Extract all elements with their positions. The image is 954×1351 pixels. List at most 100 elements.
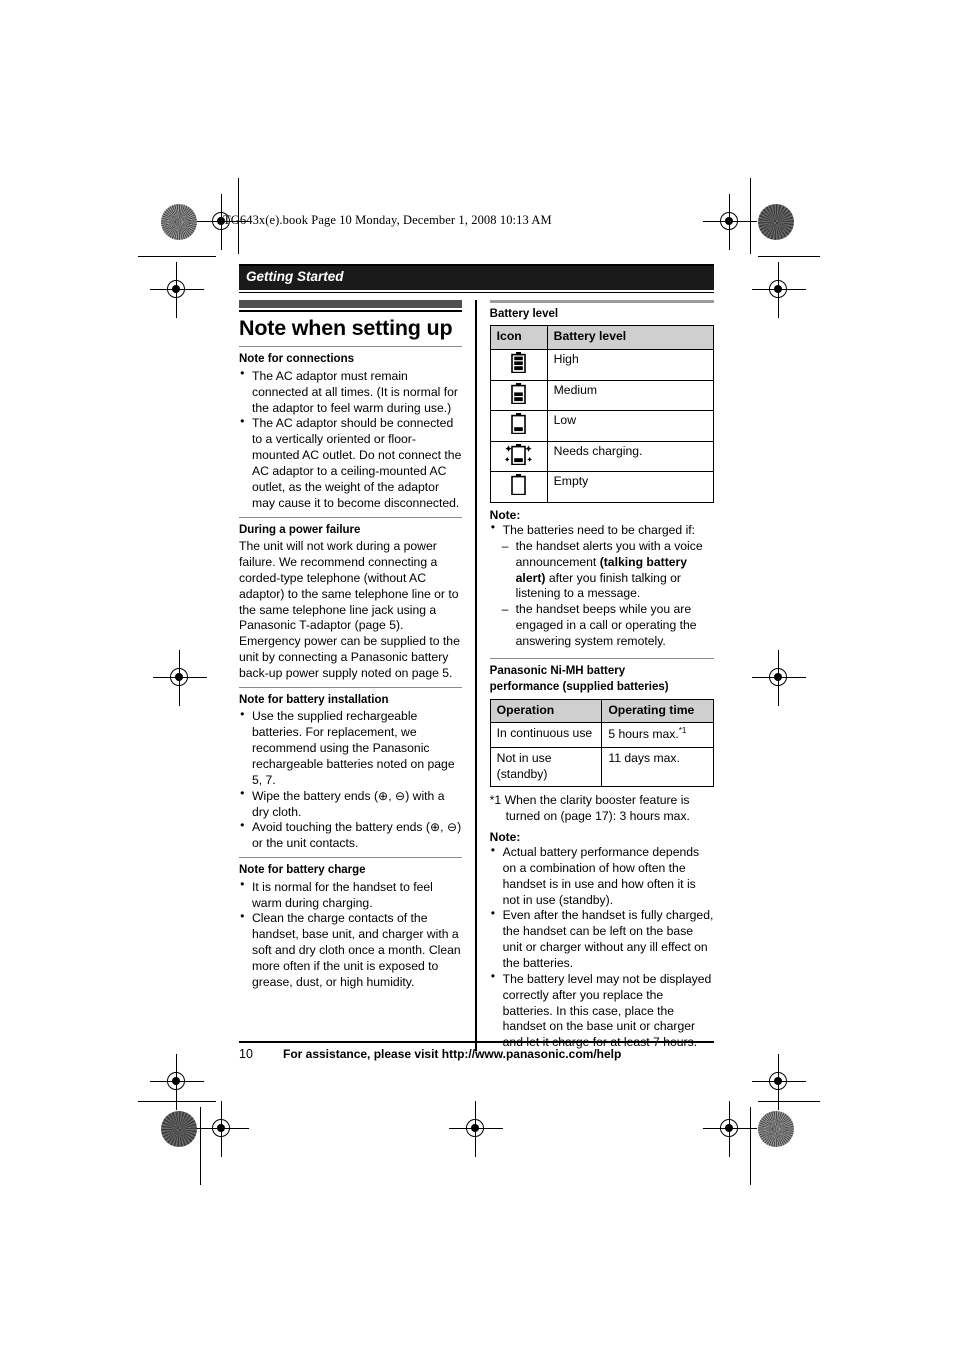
column-divider-rule — [475, 300, 477, 1052]
table-row: Low — [489, 410, 715, 442]
running-head-filename: TG643x(e).book Page 10 Monday, December … — [223, 213, 552, 227]
list-item: Wipe the battery ends (⊕, ⊖) with a dry … — [239, 788, 462, 821]
registration-mark-bottom-left — [195, 1101, 249, 1157]
footnote-reference: *1 — [678, 726, 687, 736]
battery-level-value: Medium — [546, 379, 715, 412]
list-item: Use the supplied rechargeable batteries.… — [239, 709, 462, 788]
table-header-row: Operation Operating time — [489, 698, 715, 724]
table-row: Needs charging. — [489, 440, 715, 473]
table-row: Not in use (standby) 11 days max. — [489, 747, 715, 788]
heading-during-a-power-failure: During a power failure — [239, 523, 361, 536]
print-density-spot-top-left — [161, 204, 197, 240]
sublist-item: the handset alerts you with a voice anno… — [502, 539, 714, 602]
divider-after-title — [239, 346, 463, 348]
sublist-item-pre: the handset beeps while you are engaged … — [515, 602, 697, 648]
heading-note-for-battery-installation: Note for battery installation — [239, 694, 389, 707]
registration-mark-lower-left-inner — [150, 1054, 204, 1110]
footnote-marker: *1 — [489, 793, 502, 808]
heading-battery-level: Battery level — [489, 307, 559, 320]
table-header-row: Icon Battery level — [489, 325, 715, 350]
section-header-underline — [239, 291, 714, 294]
list-item: The batteries need to be charged if: — [490, 522, 714, 539]
two-column-layout: Note when setting up Note for connection… — [239, 300, 715, 1052]
heading-battery-performance-line2: performance (supplied batteries) — [489, 681, 669, 694]
battery-level-value: Empty — [546, 471, 715, 503]
battery-low-icon — [489, 410, 548, 442]
print-density-spot-bottom-left — [161, 1111, 197, 1147]
column-header-battery-level: Battery level — [546, 325, 715, 350]
operating-time-text: 5 hours max. — [608, 727, 679, 742]
list-item: The AC adaptor must remain connected at … — [239, 368, 462, 417]
registration-mark-middle-left — [153, 650, 207, 706]
battery-level-table: Icon Battery level High Medium Low Needs… — [489, 325, 715, 503]
note-label-battery-level: Note: — [489, 507, 521, 522]
page-footer: 10 For assistance, please visit http://w… — [239, 1041, 714, 1061]
list-item: Actual battery performance depends on a … — [490, 844, 714, 908]
battery-level-value: High — [546, 348, 715, 381]
chapter-accent-bar — [239, 300, 463, 309]
list-item: Clean the charge contacts of the handset… — [239, 911, 462, 990]
battery-empty-icon — [489, 471, 548, 503]
left-column: Note when setting up Note for connection… — [239, 300, 463, 1051]
chapter-rule — [239, 310, 463, 312]
sublist-battery-charge-conditions: the handset alerts you with a voice anno… — [502, 539, 714, 650]
operating-time-text: 11 days max. — [608, 751, 680, 766]
list-item: It is normal for the handset to feel war… — [239, 879, 462, 912]
table-row: Medium — [489, 379, 715, 412]
table-row: High — [489, 348, 715, 381]
footnote-line2: turned on (page 17): 3 hours max. — [505, 809, 690, 824]
print-density-spot-bottom-right — [758, 1111, 794, 1147]
operating-time-value: 11 days max. — [601, 747, 715, 788]
page-content: Getting Started Note when setting up Not… — [239, 264, 715, 1052]
assistance-text: For assistance, please visit http://www.… — [283, 1046, 622, 1061]
section-header-bar: Getting Started — [239, 264, 714, 290]
trim-line-top-right-vertical — [750, 178, 752, 254]
battery-medium-icon — [489, 379, 548, 412]
list-item: The AC adaptor should be connected to a … — [239, 416, 462, 511]
list-note-for-battery-charge: It is normal for the handset to feel war… — [239, 879, 462, 991]
heading-battery-performance-line1: Panasonic Ni-MH battery — [489, 665, 626, 678]
divider-before-power-failure — [239, 516, 463, 518]
list-note-for-connections: The AC adaptor must remain connected at … — [239, 368, 462, 512]
paragraph-during-a-power-failure: The unit will not work during a power fa… — [239, 539, 460, 680]
operation-value: Not in use (standby) — [489, 747, 603, 788]
footnote-clarity-booster: *1 When the clarity booster feature is t… — [490, 793, 714, 825]
trim-line-top-left-horizontal — [138, 256, 216, 258]
list-item: Avoid touching the battery ends (⊕, ⊖) o… — [239, 820, 462, 852]
footer-rule — [239, 1041, 714, 1043]
print-density-spot-top-right — [758, 204, 794, 240]
operating-time-value: 5 hours max.*1 — [601, 722, 715, 749]
battery-level-value: Low — [546, 410, 715, 442]
registration-mark-lower-right-inner — [752, 1054, 806, 1110]
list-battery-charge-conditions: The batteries need to be charged if: — [490, 522, 714, 539]
list-note-for-battery-installation: Use the supplied rechargeable batteries.… — [239, 709, 462, 852]
sublist-item: the handset beeps while you are engaged … — [502, 602, 714, 650]
heading-note-for-battery-charge: Note for battery charge — [239, 864, 366, 877]
table-row: In continuous use 5 hours max.*1 — [489, 722, 715, 749]
battery-level-value: Needs charging. — [546, 440, 715, 473]
heading-note-for-connections: Note for connections — [239, 353, 355, 366]
list-performance-notes: Actual battery performance depends on a … — [490, 844, 714, 1051]
trim-line-bottom-right-horizontal — [758, 1101, 820, 1103]
divider-before-performance — [489, 657, 715, 660]
battery-flashing-icon — [489, 440, 548, 473]
registration-mark-top-right — [703, 194, 757, 250]
divider-before-battery-charge — [239, 857, 463, 859]
footer-row: 10 For assistance, please visit http://w… — [239, 1047, 714, 1061]
note-label-performance: Note: — [489, 830, 521, 844]
battery-full-icon — [489, 348, 548, 381]
right-column: Battery level Icon Battery level High Me… — [489, 300, 715, 1051]
footnote-line1: When the clarity booster feature is — [504, 793, 690, 808]
registration-mark-upper-right-inner — [752, 262, 806, 318]
list-item: The battery level may not be displayed c… — [490, 971, 714, 1051]
column-header-operating-time: Operating time — [601, 698, 715, 724]
column-header-icon: Icon — [489, 325, 548, 350]
table-row: Empty — [489, 471, 715, 503]
list-item: Even after the handset is fully charged,… — [490, 908, 714, 971]
divider-before-battery-installation — [239, 686, 463, 689]
battery-performance-table: Operation Operating time In continuous u… — [489, 698, 715, 788]
trim-line-top-right-horizontal — [758, 256, 820, 258]
column-header-operation: Operation — [489, 698, 603, 724]
registration-mark-bottom-right — [703, 1101, 757, 1157]
registration-mark-middle-right — [752, 650, 806, 706]
